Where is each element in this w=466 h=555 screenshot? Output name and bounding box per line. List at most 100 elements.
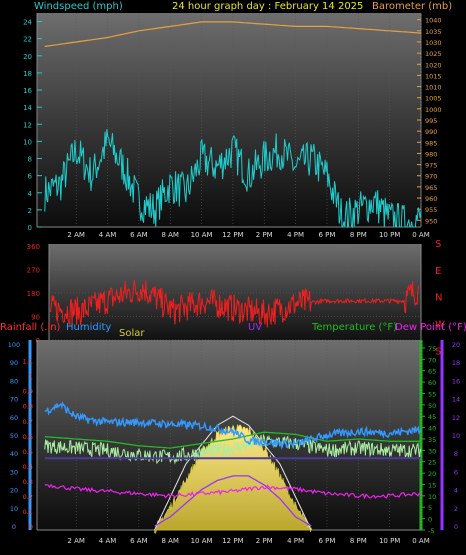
baro-tick-label: 1000	[425, 106, 442, 114]
wind-x-tick-label: 4 AM	[99, 231, 117, 239]
baro-tick-label: 980	[425, 150, 437, 158]
humidity-tick-label: 70	[10, 396, 18, 404]
temp-tick-label: 25	[428, 459, 436, 467]
compass-label: S	[435, 239, 441, 250]
humidity-tick-label: 100	[8, 341, 20, 349]
wind-tick-label: 10	[23, 138, 32, 146]
temp-tick-label: 15	[428, 481, 436, 489]
rain-tick-label: 1	[29, 373, 33, 381]
humidity-tick-label: 10	[10, 505, 18, 513]
wind-tick-label: 6	[28, 173, 33, 181]
wind-tick-label: 14	[23, 104, 32, 112]
humidity-tick-label: 50	[10, 432, 18, 440]
temp-tick-label: 35	[428, 436, 436, 444]
direction-tick-label: 360	[27, 243, 40, 251]
baro-tick-label: 970	[425, 173, 437, 181]
rain-tick-label: 0.3	[23, 478, 33, 486]
wind-x-tick-label: 10 PM	[379, 231, 400, 239]
uv-tick-label: 18	[452, 359, 460, 367]
temp-tick-label: 20	[428, 470, 436, 478]
temp-tick-label: 40	[428, 425, 436, 433]
humidity-tick-label: 30	[10, 468, 18, 476]
wind-x-tick-label: 2 PM	[256, 231, 273, 239]
chart-title: 24 hour graph day : February 14 2025	[172, 1, 363, 12]
wind-tick-label: 18	[23, 70, 32, 78]
temp-tick-label: 0	[428, 516, 432, 524]
climate-x-tick-label: 6 PM	[318, 537, 335, 545]
uv-tick-label: 14	[452, 396, 460, 404]
climate-x-tick-label: 10 AM	[191, 537, 213, 545]
climate-x-tick-label: 12 PM	[222, 537, 243, 545]
baro-tick-label: 1025	[425, 50, 442, 58]
humidity-tick-label: 80	[10, 377, 18, 385]
temp-tick-label: 10	[428, 493, 436, 501]
baro-tick-label: 1005	[425, 95, 442, 103]
rain-tick-label: 0.9	[23, 388, 33, 396]
humidity-tick-label: 0	[12, 523, 16, 531]
wind-x-tick-label: 2 AM	[67, 231, 85, 239]
rain-tick-label: 0	[29, 523, 33, 531]
uv-tick-label: 2	[454, 505, 458, 513]
compass-label: E	[435, 266, 441, 277]
climate-x-tick-label: 0 AM	[412, 537, 430, 545]
humidity-tick-label: 90	[10, 359, 18, 367]
compass-label: N	[435, 293, 442, 304]
direction-tick-label: 90	[31, 314, 40, 322]
wind-tick-label: 2	[28, 207, 32, 215]
baro-tick-label: 960	[425, 195, 437, 203]
baro-tick-label: 955	[425, 206, 437, 214]
uv-tick-label: 0	[454, 523, 458, 531]
rain-tick-label: 0.8	[23, 403, 33, 411]
rain-tick-label: 0.2	[23, 493, 33, 501]
temp-tick-label: 65	[428, 368, 436, 376]
wind-tick-label: 22	[23, 36, 32, 44]
wind-x-tick-label: 6 AM	[130, 231, 148, 239]
baro-tick-label: 950	[425, 217, 437, 225]
barometer-axis-label: Barometer (mb)	[372, 1, 452, 12]
uv-tick-label: 6	[454, 468, 458, 476]
wind-x-tick-label: 4 PM	[287, 231, 304, 239]
legend-solar: Solar	[119, 328, 145, 339]
baro-tick-label: 985	[425, 139, 437, 147]
rain-tick-label: 0.5	[23, 448, 33, 456]
direction-tick-label: 180	[27, 290, 40, 298]
baro-tick-label: 990	[425, 128, 437, 136]
baro-tick-label: 1015	[425, 72, 442, 80]
uv-tick-label: 10	[452, 432, 460, 440]
wind-tick-label: 4	[28, 190, 33, 198]
uv-tick-label: 8	[454, 450, 458, 458]
baro-tick-label: 1020	[425, 61, 442, 69]
climate-x-tick-label: 4 AM	[99, 537, 117, 545]
rain-tick-label: 0.4	[23, 463, 33, 471]
humidity-tick-label: 20	[10, 487, 18, 495]
temp-tick-label: 60	[428, 379, 436, 387]
wind-x-tick-label: 0 AM	[412, 231, 430, 239]
rain-tick-label: 1.1	[23, 358, 33, 366]
wind-x-tick-label: 8 AM	[161, 231, 179, 239]
wind-tick-label: 8	[28, 156, 32, 164]
baro-tick-label: 1030	[425, 39, 442, 47]
rain-tick-label: 0.6	[23, 433, 33, 441]
baro-tick-label: 995	[425, 117, 437, 125]
baro-tick-label: 1035	[425, 28, 442, 36]
wind-x-tick-label: 12 PM	[222, 231, 243, 239]
temp-tick-label: -5	[428, 527, 434, 535]
legend-temperature: Temperature (°F)	[311, 322, 397, 333]
legend-dewpoint: Dew Point (°F)	[395, 322, 466, 333]
temp-tick-label: 50	[428, 402, 436, 410]
weather-graph: Windspeed (mph) 24 hour graph day : Febr…	[0, 1, 466, 545]
legend-rainfall: Rainfall (.in)	[0, 322, 61, 333]
temp-tick-label: 30	[428, 447, 436, 455]
wind-x-tick-label: 10 AM	[191, 231, 213, 239]
temp-tick-label: 55	[428, 390, 436, 398]
legend-humidity: Humidity	[66, 322, 111, 333]
baro-tick-label: 1010	[425, 84, 442, 92]
temp-tick-label: 70	[428, 356, 436, 364]
windspeed-axis-label: Windspeed (mph)	[34, 1, 123, 12]
climate-x-tick-label: 10 PM	[379, 537, 400, 545]
temp-tick-label: 45	[428, 413, 436, 421]
climate-x-tick-label: 4 PM	[287, 537, 304, 545]
climate-x-tick-label: 2 PM	[256, 537, 273, 545]
temp-tick-label: 5	[428, 504, 432, 512]
baro-tick-label: 975	[425, 162, 437, 170]
